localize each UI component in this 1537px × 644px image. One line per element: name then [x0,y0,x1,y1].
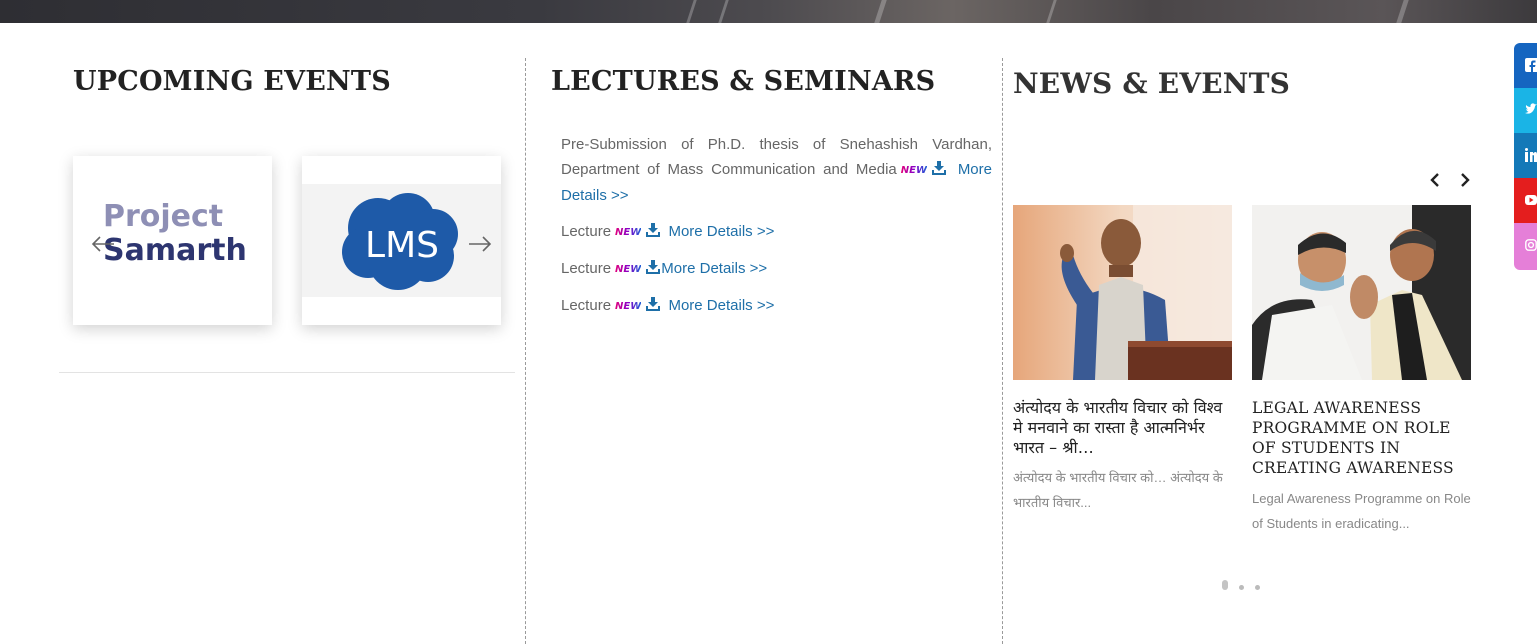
facebook-icon [1525,58,1537,72]
news-title[interactable]: अंत्योदय के भारतीय विचार को विश्व मे मनव… [1013,398,1235,458]
more-details-link[interactable]: More Details >> [668,297,774,314]
twitter-link[interactable] [1514,88,1537,133]
list-item: Pre-Submission of Ph.D. thesis of Snehas… [561,132,992,208]
news-excerpt: Legal Awareness Programme on Role of Stu… [1252,491,1471,531]
news-title[interactable]: LEGAL AWARENESS PROGRAMME ON ROLE OF STU… [1252,398,1474,478]
chevron-right-icon [1461,173,1470,187]
download-icon[interactable] [932,161,947,175]
carousel-dot-active[interactable] [1222,580,1228,590]
section-divider-line [59,372,515,373]
more-details-link[interactable]: More Details >> [661,260,767,277]
twitter-icon [1525,103,1537,114]
lms-logo-text: LMS [365,225,439,266]
arrow-left-icon [91,236,114,252]
linkedin-icon [1525,148,1537,162]
speaker-photo [1013,205,1232,380]
download-icon[interactable] [646,223,661,237]
linkedin-link[interactable] [1514,133,1537,178]
greeting-photo [1252,205,1471,380]
lectures-seminars-title: LECTURES & SEMINARS [551,66,936,97]
download-icon[interactable] [646,260,661,274]
lecture-text: Lecture [561,223,612,240]
lecture-text: Pre-Submission of Ph.D. thesis of Snehas… [561,136,992,178]
instagram-icon [1525,239,1537,251]
new-badge: NEW [901,158,927,183]
download-icon[interactable] [646,297,661,311]
new-badge: NEW [615,294,641,319]
more-details-link[interactable]: More Details >> [668,223,774,240]
arrow-right-icon [469,236,492,252]
column-divider [1002,58,1003,644]
news-next-button[interactable] [1456,170,1474,190]
youtube-icon [1525,195,1537,205]
facebook-link[interactable] [1514,43,1537,88]
news-excerpt: अंत्योदय के भारतीय विचार को… अंत्योदय के… [1013,470,1223,510]
list-item: Lecture NEW More Details >> [561,256,992,282]
carousel-dot[interactable] [1239,585,1244,590]
header-banner-image [0,0,1537,23]
lectures-list: Pre-Submission of Ph.D. thesis of Snehas… [561,132,992,330]
new-badge: NEW [615,257,641,282]
news-image-greeting[interactable] [1252,205,1471,380]
carousel-dot[interactable] [1255,585,1260,590]
column-divider [525,58,526,644]
lms-logo-cloud-icon: LMS [342,193,458,290]
project-samarth-logo: Project Samarth [103,199,247,268]
news-events-title: NEWS & EVENTS [1013,67,1291,100]
instagram-link[interactable] [1514,223,1537,270]
list-item: Lecture NEW More Details >> [561,219,992,245]
carousel-prev-arrow[interactable] [90,234,116,254]
list-item: Lecture NEW More Details >> [561,293,992,319]
news-image-speaker[interactable] [1013,205,1232,380]
lecture-text: Lecture [561,297,612,314]
upcoming-events-title: UPCOMING EVENTS [73,66,391,97]
youtube-link[interactable] [1514,178,1537,223]
news-prev-button[interactable] [1426,170,1444,190]
new-badge: NEW [615,220,641,245]
carousel-next-arrow[interactable] [467,234,493,254]
chevron-left-icon [1430,173,1439,187]
lecture-text: Lecture [561,260,612,277]
